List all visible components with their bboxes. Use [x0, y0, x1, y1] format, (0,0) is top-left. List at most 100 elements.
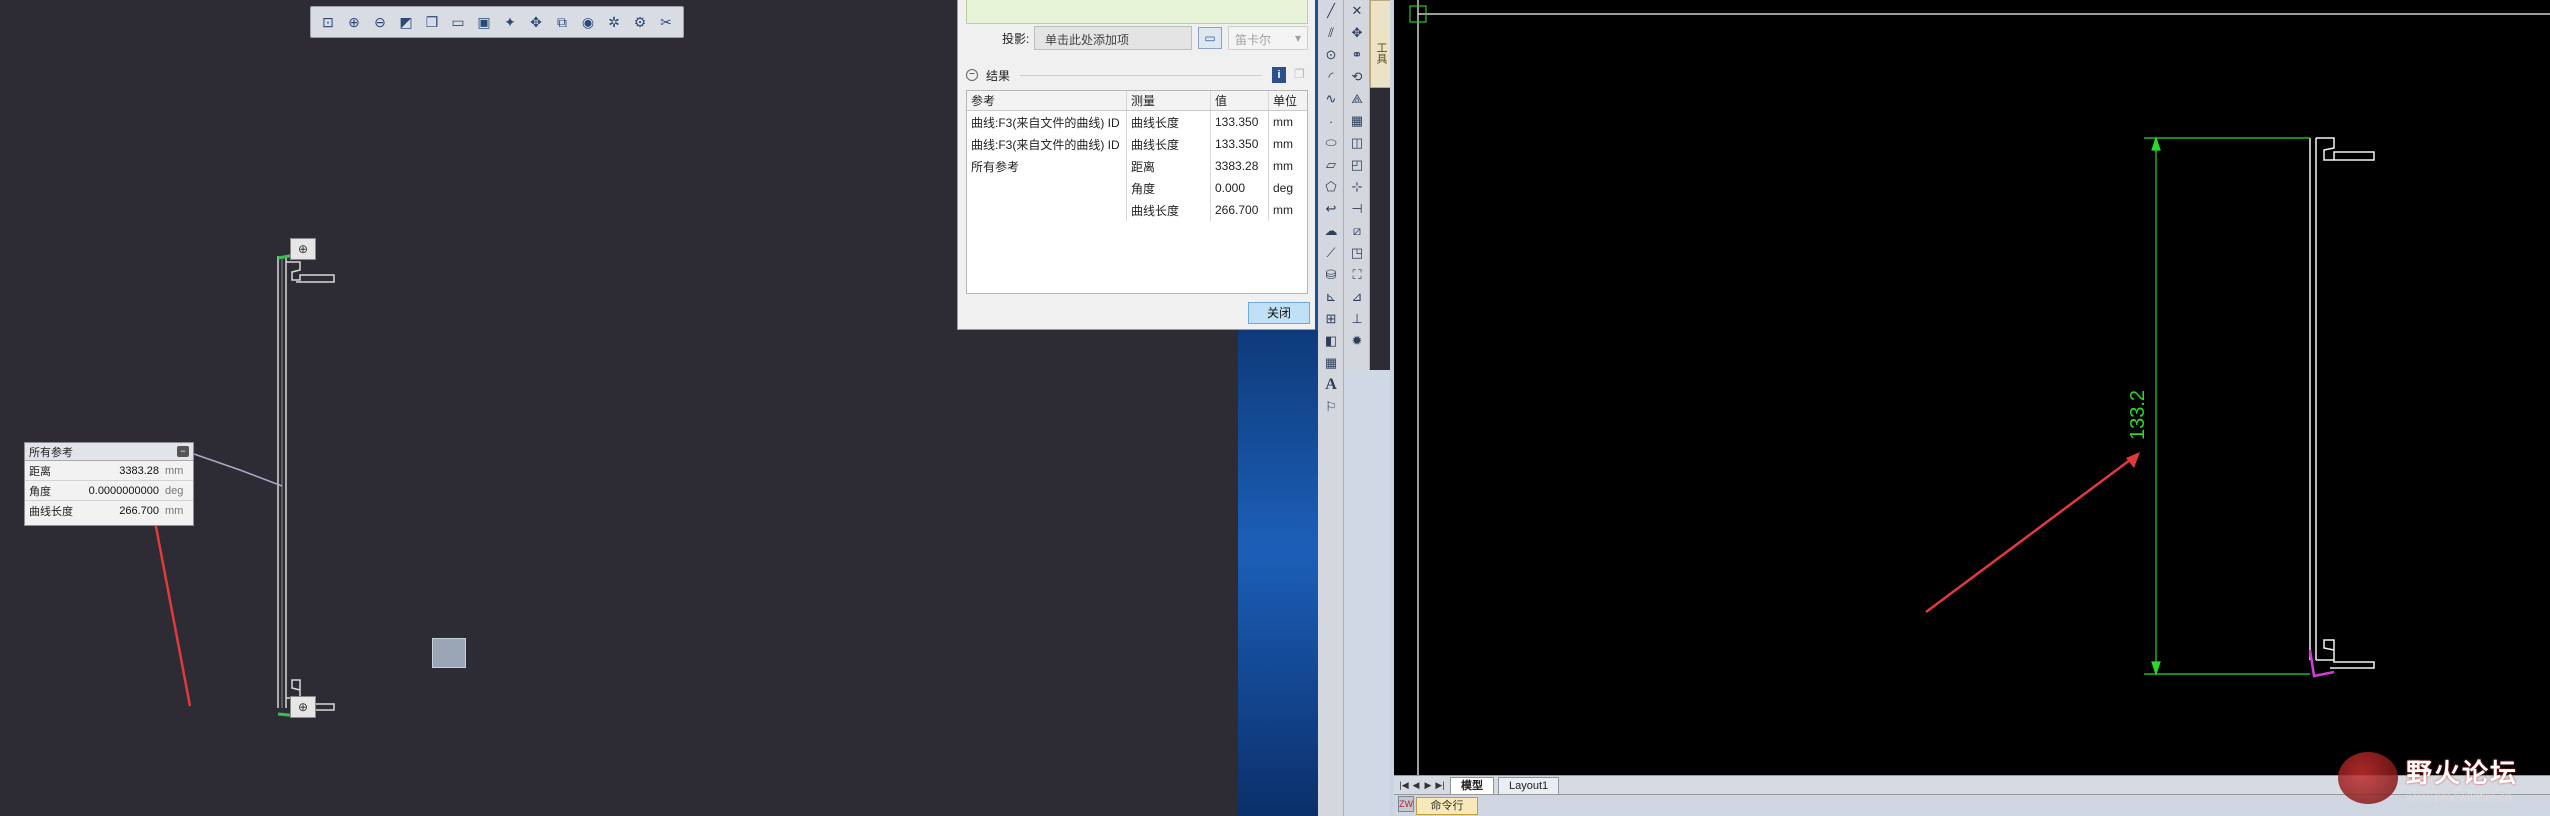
hatch-icon[interactable]: ⛁	[1318, 264, 1344, 286]
zoom-out-icon[interactable]: ⊖	[369, 11, 391, 33]
hook-icon[interactable]: ↩	[1318, 198, 1344, 220]
col-header[interactable]: 测量	[1127, 91, 1211, 110]
offset-icon[interactable]: ◫	[1344, 132, 1370, 154]
settings-icon[interactable]: ⚙	[629, 11, 651, 33]
text-icon[interactable]: A	[1318, 374, 1344, 396]
info-value: 0.0000000000	[88, 484, 159, 497]
reference-collector[interactable]	[966, 0, 1308, 24]
point-icon[interactable]: ·	[1318, 110, 1344, 132]
draw-toolbar: ╱ ⫽ ⊙ ◜ ∿ · ⬭ ▱ ⬠ ↩ ☁ ⟋ ⛁ ⊾ ⊞ ◧ ▦ A ⚐	[1318, 0, 1344, 816]
last-tab-icon[interactable]: ▶|	[1434, 780, 1446, 791]
projection-view-icon[interactable]: ▭	[1198, 27, 1222, 49]
rotate-icon[interactable]: ✥	[525, 11, 547, 33]
top-point-tag[interactable]: ⊕	[290, 238, 316, 260]
bottom-point-tag[interactable]: ⊕	[290, 696, 316, 718]
camera-icon[interactable]: ◧	[1318, 330, 1344, 352]
info-icon[interactable]: i	[1272, 67, 1286, 83]
tab-model[interactable]: 模型	[1450, 776, 1494, 794]
rotate-object-icon[interactable]: ⟲	[1344, 66, 1370, 88]
cell-measure: 曲线长度	[1127, 133, 1211, 155]
tab-layout1[interactable]: Layout1	[1498, 776, 1560, 794]
cell-value: 133.350	[1211, 111, 1269, 133]
mirror-icon[interactable]: ⟁	[1344, 88, 1370, 110]
col-header[interactable]: 参考	[967, 91, 1127, 110]
prev-tab-icon[interactable]: ◀	[1410, 780, 1422, 791]
view-front-icon[interactable]: ▭	[447, 11, 469, 33]
ellipse-icon[interactable]: ⬭	[1318, 132, 1344, 154]
break-icon[interactable]: ◳	[1344, 242, 1370, 264]
measure-dialog: 投影: 单击此处添加项 ▭ 笛卡尔 ▾ − 结果 i ❐ 参考 测量 值 单位 …	[957, 0, 1315, 330]
zoom-in-icon[interactable]: ⊕	[343, 11, 365, 33]
cad-drawing-area[interactable]: 133.2	[1394, 0, 2550, 775]
table-icon[interactable]: ▦	[1318, 352, 1344, 374]
erase-icon[interactable]: ✕	[1344, 0, 1370, 22]
construction-line-icon[interactable]: ⫽	[1318, 22, 1344, 44]
fillet-icon[interactable]: ⊥	[1344, 308, 1370, 330]
line-icon[interactable]: ╱	[1318, 0, 1344, 22]
explode-icon[interactable]: ✹	[1344, 330, 1370, 352]
cell-unit: mm	[1273, 115, 1293, 129]
profile-drawing	[2309, 137, 2375, 669]
copy-icon[interactable]: ❐	[1294, 67, 1308, 83]
red-arrow-right-head	[2126, 452, 2140, 468]
sphere-icon[interactable]: ◉	[577, 11, 599, 33]
cell-measure: 曲线长度	[1127, 199, 1211, 221]
desktop-wallpaper	[1238, 330, 1318, 816]
dimension-lines	[2144, 136, 2310, 676]
measure-info-box[interactable]: 所有参考 − 距离 3383.28 mm 角度 0.0000000000 deg…	[24, 442, 194, 526]
stretch-icon[interactable]: ⧄	[1344, 220, 1370, 242]
table-row[interactable]: 所有参考 距离 3383.28 mm	[967, 155, 1307, 177]
view-save-icon[interactable]: ▣	[473, 11, 495, 33]
arc-icon[interactable]: ◜	[1318, 66, 1344, 88]
command-line-label[interactable]: 命令行	[1416, 796, 1478, 815]
red-arrow-right	[1925, 458, 2131, 614]
rectangle-icon[interactable]: ▱	[1318, 154, 1344, 176]
table-row[interactable]: 角度 0.000 deg	[967, 177, 1307, 199]
polyline-icon[interactable]: ⊙	[1318, 44, 1344, 66]
tool-palette-tab[interactable]: 工具	[1370, 0, 1392, 88]
view-cube-icon[interactable]: ❒	[421, 11, 443, 33]
first-tab-icon[interactable]: |◀	[1398, 780, 1410, 791]
render-icon[interactable]: ✲	[603, 11, 625, 33]
zoom-window-icon[interactable]: ◩	[395, 11, 417, 33]
cell-reference	[967, 199, 1127, 221]
projection-mode-select[interactable]: 笛卡尔 ▾	[1228, 26, 1308, 50]
info-value: 266.700	[119, 505, 159, 517]
ucs-icon[interactable]: ⊾	[1318, 286, 1344, 308]
cloud-icon[interactable]: ☁	[1318, 220, 1344, 242]
section-icon[interactable]: ⧉	[551, 11, 573, 33]
table-row[interactable]: 曲线:F3(来自文件的曲线) ID 曲线长度 133.350 mm	[967, 133, 1307, 155]
cell-unit: mm	[1273, 159, 1293, 173]
projection-label: 投影:	[1002, 32, 1030, 46]
snap-icon[interactable]: ✂	[655, 11, 677, 33]
collapse-icon[interactable]: −	[966, 69, 978, 81]
join-icon[interactable]: ⛶	[1344, 264, 1370, 286]
chamfer-icon[interactable]: ⊿	[1344, 286, 1370, 308]
app-icon[interactable]: ZW	[1398, 796, 1414, 812]
array-icon[interactable]: ▦	[1344, 110, 1370, 132]
diagonal-icon[interactable]: ⟋	[1318, 242, 1344, 264]
projection-field[interactable]: 单击此处添加项	[1034, 26, 1192, 50]
copy-object-icon[interactable]: ⚭	[1344, 44, 1370, 66]
car-icon[interactable]: ⚐	[1318, 396, 1344, 418]
close-button[interactable]: 关闭	[1248, 302, 1310, 324]
measure-icon[interactable]: ✦	[499, 11, 521, 33]
region-icon[interactable]: ⊞	[1318, 308, 1344, 330]
trim-icon[interactable]: ⊹	[1344, 176, 1370, 198]
polygon-icon[interactable]: ⬠	[1318, 176, 1344, 198]
projection-mode-value: 笛卡尔	[1235, 33, 1272, 47]
results-title: 结果	[986, 68, 1011, 83]
spline-icon[interactable]: ∿	[1318, 88, 1344, 110]
extend-icon[interactable]: ⊣	[1344, 198, 1370, 220]
table-row[interactable]: 曲线长度 266.700 mm	[967, 199, 1307, 221]
col-header[interactable]: 值	[1211, 91, 1269, 110]
col-header[interactable]: 单位	[1269, 91, 1307, 110]
next-tab-icon[interactable]: ▶	[1422, 780, 1434, 791]
info-box-close-icon[interactable]: −	[177, 446, 189, 457]
cell-reference: 曲线:F3(来自文件的曲线) ID	[967, 133, 1127, 155]
move-icon[interactable]: ✥	[1344, 22, 1370, 44]
table-row[interactable]: 曲线:F3(来自文件的曲线) ID 曲线长度 133.350 mm	[967, 111, 1307, 133]
zoom-fit-icon[interactable]: ⊡	[317, 11, 339, 33]
view-toolbar: ⊡ ⊕ ⊖ ◩ ❒ ▭ ▣ ✦ ✥ ⧉ ◉ ✲ ⚙ ✂	[310, 6, 684, 38]
scale-icon[interactable]: ◰	[1344, 154, 1370, 176]
